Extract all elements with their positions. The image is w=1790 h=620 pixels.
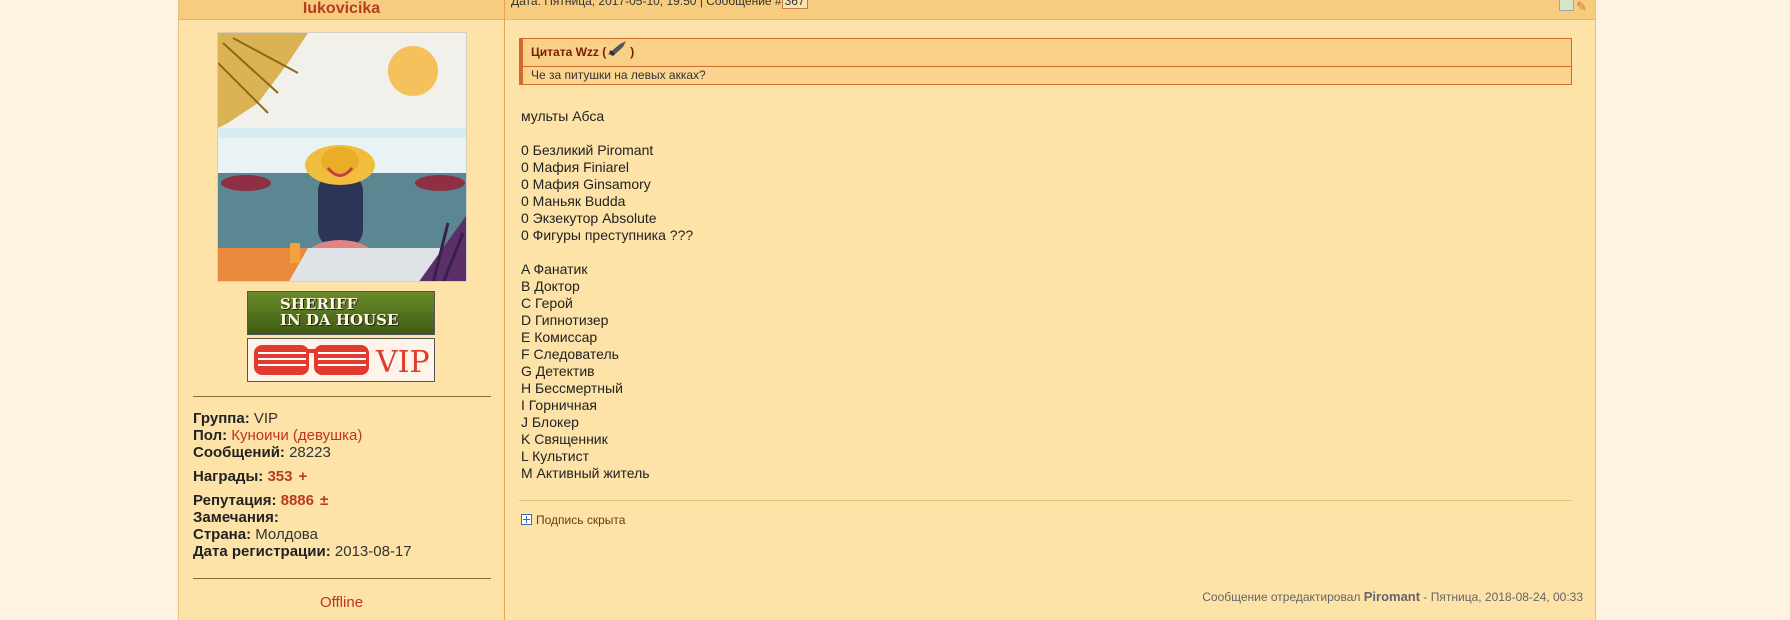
report-icon[interactable] bbox=[1559, 0, 1574, 11]
warnings-label: Замечания: bbox=[193, 509, 279, 526]
reputation-label: Репутация: bbox=[193, 492, 277, 509]
reg-date-label: Дата регистрации: bbox=[193, 543, 331, 560]
reputation-value[interactable]: 8886 bbox=[281, 492, 314, 509]
status-offline: Offline bbox=[319, 594, 364, 611]
body-line: L Культист bbox=[521, 448, 590, 464]
badge-line-2: IN DA HOUSE bbox=[280, 311, 399, 329]
body-line bbox=[521, 125, 693, 142]
body-line: 0 Маньяк Budda bbox=[521, 193, 626, 209]
body-line bbox=[521, 244, 693, 261]
body-line: A Фанатик bbox=[521, 261, 588, 277]
quote-author: Цитата Wzz ( bbox=[531, 45, 607, 60]
expand-icon[interactable] bbox=[521, 514, 532, 525]
body-line: 0 Мафия Finiarel bbox=[521, 159, 629, 175]
body-line: G Детектив bbox=[521, 363, 595, 379]
body-line: J Блокер bbox=[521, 414, 579, 430]
body-line: D Гипнотизер bbox=[521, 312, 609, 328]
post-header: Дата: Пятница, 2017-05-10, 19:50 | Сообщ… bbox=[505, 0, 1595, 20]
badge-line-1: SHERIFF bbox=[280, 295, 358, 313]
user-panel: SHERIFF IN DA HOUSE VIP Группа: VIP Пол:… bbox=[179, 20, 504, 620]
awards-value[interactable]: 353 bbox=[267, 468, 292, 485]
body-line: B Доктор bbox=[521, 278, 580, 294]
dagger-icon[interactable] bbox=[606, 39, 630, 67]
body-line: I Горничная bbox=[521, 397, 597, 413]
quote-icon[interactable]: ✎ bbox=[1576, 0, 1591, 14]
country-value: Молдова bbox=[255, 526, 318, 543]
edit-note: Сообщение отредактировал Piromant - Пятн… bbox=[1202, 589, 1583, 604]
avatar bbox=[217, 32, 467, 282]
group-value: VIP bbox=[253, 410, 279, 427]
gender-label: Пол: bbox=[193, 427, 228, 444]
messages-value: 28223 bbox=[289, 444, 331, 461]
post-meta: Дата: Пятница, 2017-05-10, 19:50 | Сообщ… bbox=[511, 0, 808, 9]
quote-block: Цитата Wzz () Че за питушки на левых акк… bbox=[519, 38, 1572, 85]
post-body: мульты Абса 0 Безликий Piromant 0 Мафия … bbox=[521, 108, 693, 482]
editor-name: Piromant bbox=[1363, 589, 1421, 604]
quote-header: Цитата Wzz () bbox=[523, 39, 1571, 67]
signature-separator bbox=[519, 500, 1572, 501]
edit-date: - Пятница, 2018-08-24, 00:33 bbox=[1423, 590, 1583, 604]
body-line: 0 Экзекутор Absolute bbox=[521, 210, 657, 226]
gender-value: Куноичи (девушка) bbox=[231, 427, 363, 444]
country-label: Страна: bbox=[193, 526, 252, 543]
forum-post: Iukovicika Дата: Пятница, 2017-05-10, 19… bbox=[178, 0, 1596, 620]
body-line: C Герой bbox=[521, 295, 573, 311]
vip-badge: VIP bbox=[247, 338, 435, 382]
body-line: H Бессмертный bbox=[521, 380, 623, 396]
body-line: E Комиссар bbox=[521, 329, 598, 345]
body-line: M Активный житель bbox=[521, 465, 650, 481]
quote-text: Че за питушки на левых акках? bbox=[523, 67, 1571, 84]
message-number-link[interactable]: 367 bbox=[781, 0, 808, 9]
body-line: 0 Безликий Piromant bbox=[521, 142, 654, 158]
body-line: мульты Абса bbox=[521, 108, 605, 124]
signature-toggle-label: Подпись скрыта bbox=[536, 513, 626, 527]
group-label: Группа: bbox=[193, 410, 250, 427]
user-header: Iukovicika bbox=[179, 0, 504, 20]
sheriff-badge: SHERIFF IN DA HOUSE bbox=[247, 291, 435, 335]
post-actions: ✎ bbox=[1557, 0, 1591, 16]
change-reputation-button[interactable]: ± bbox=[320, 492, 328, 509]
body-line: F Следователь bbox=[521, 346, 619, 362]
post-date: Дата: Пятница, 2017-05-10, 19:50 | Сообщ… bbox=[511, 0, 782, 8]
username-link[interactable]: Iukovicika bbox=[303, 0, 380, 18]
post-content: Цитата Wzz () Че за питушки на левых акк… bbox=[505, 20, 1595, 620]
awards-label: Награды: bbox=[193, 468, 264, 485]
divider-top bbox=[193, 396, 491, 397]
edit-note-prefix: Сообщение отредактировал bbox=[1202, 590, 1361, 604]
messages-label: Сообщений: bbox=[193, 444, 285, 461]
add-award-button[interactable]: + bbox=[298, 468, 307, 485]
vip-badge-text: VIP bbox=[375, 345, 430, 380]
quote-author-close: ) bbox=[630, 45, 635, 60]
body-line: 0 Фигуры преступника ??? bbox=[521, 227, 694, 243]
body-line: 0 Мафия Ginsamory bbox=[521, 176, 651, 192]
signature-toggle[interactable]: Подпись скрыта bbox=[521, 513, 625, 527]
body-line: K Священник bbox=[521, 431, 608, 447]
user-info: Группа: VIP Пол: Куноичи (девушка) Сообщ… bbox=[193, 410, 412, 560]
reg-date-value: 2013-08-17 bbox=[334, 543, 412, 560]
divider-bottom bbox=[193, 578, 491, 579]
